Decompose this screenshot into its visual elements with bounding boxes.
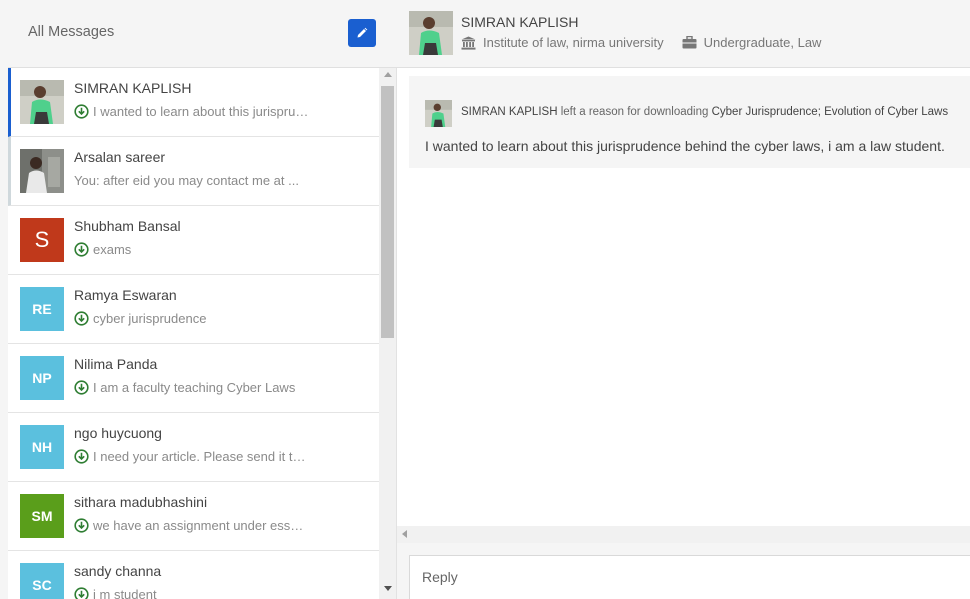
conversation-item[interactable]: SM sithara madubhashini we have an assignm…	[8, 482, 379, 551]
conversation-preview: I need your article. Please send it to m…	[74, 449, 310, 464]
conversation-item[interactable]: NP Nilima Panda I am a faculty teaching Cy…	[8, 344, 379, 413]
message-thread: SIMRAN KAPLISH left a reason for downloa…	[397, 68, 970, 526]
avatar-initials: RE	[32, 301, 52, 317]
conversation-list: SIMRAN KAPLISH I wanted to learn about th…	[8, 68, 379, 599]
conversation-preview: You: after eid you may contact me at ...	[74, 173, 310, 188]
scroll-down-arrow-icon[interactable]	[384, 586, 392, 591]
download-icon	[74, 242, 89, 257]
inbox-header: All Messages	[8, 0, 397, 68]
contact-name: SIMRAN KAPLISH	[461, 14, 579, 30]
avatar-initials: SM	[31, 508, 53, 524]
conversation-item[interactable]: SC sandy channa i m student	[8, 551, 379, 599]
contact-institution: Institute of law, nirma university	[483, 35, 664, 50]
conversation-item[interactable]: Arsalan sareer You: after eid you may con…	[8, 137, 379, 206]
briefcase-icon	[682, 36, 697, 49]
conversation-name: Shubham Bansal	[74, 218, 181, 234]
conversation-item[interactable]: NH ngo huycuong I need your article. Pleas…	[8, 413, 379, 482]
conversation-preview-text: You: after eid you may contact me at ...	[74, 173, 299, 188]
conversation-name: sithara madubhashini	[74, 494, 208, 510]
message-document-link[interactable]: Cyber Jurisprudence; Evolution of Cyber …	[712, 106, 949, 118]
scroll-left-arrow-icon[interactable]	[402, 530, 407, 538]
avatar	[20, 149, 64, 193]
contact-avatar[interactable]	[409, 11, 453, 55]
conversation-preview-text: I need your article. Please send it to m…	[93, 449, 310, 464]
conversation-preview-text: exams	[93, 242, 132, 257]
conversation-preview: I wanted to learn about this jurispruden…	[74, 104, 310, 119]
conversation-item[interactable]: SIMRAN KAPLISH I wanted to learn about th…	[8, 68, 379, 137]
conversation-preview: exams	[74, 242, 310, 257]
contact-header: SIMRAN KAPLISH Institute of law, nirma u…	[397, 0, 970, 68]
conversation-name: sandy channa	[74, 563, 162, 579]
avatar-initials: NP	[32, 370, 52, 386]
conversation-name: Arsalan sareer	[74, 149, 166, 165]
conversation-preview: I am a faculty teaching Cyber Laws	[74, 380, 310, 395]
download-icon	[74, 518, 89, 533]
scroll-thumb[interactable]	[381, 86, 394, 338]
download-icon	[74, 449, 89, 464]
contact-meta: Institute of law, nirma university Under…	[461, 35, 821, 50]
message-header: SIMRAN KAPLISH left a reason for downloa…	[461, 106, 948, 118]
conversation-preview-text: cyber jurisprudence	[93, 311, 207, 326]
message-body: I wanted to learn about this jurispruden…	[425, 138, 945, 154]
avatar: S	[20, 218, 64, 262]
conversation-preview-text: we have an assignment under essay writin…	[93, 518, 310, 533]
conversation-name: Ramya Eswaran	[74, 287, 177, 303]
inbox-title: All Messages	[28, 24, 115, 40]
download-icon	[74, 104, 89, 119]
download-icon	[74, 311, 89, 326]
pencil-icon	[357, 27, 368, 38]
institution-icon	[461, 36, 476, 50]
conversation-preview: we have an assignment under essay writin…	[74, 518, 310, 533]
avatar: NP	[20, 356, 64, 400]
reply-input[interactable]	[409, 555, 970, 599]
message-card: SIMRAN KAPLISH left a reason for downloa…	[409, 76, 970, 168]
avatar-initials: S	[34, 227, 50, 252]
compose-button[interactable]	[348, 19, 376, 47]
avatar	[20, 80, 64, 124]
message-pane: SIMRAN KAPLISH Institute of law, nirma u…	[397, 0, 970, 599]
contact-degree: Undergraduate, Law	[703, 35, 822, 50]
conversation-name: ngo huycuong	[74, 425, 162, 441]
conversation-pane: All Messages SIMRAN KAPLISH I wanted to l…	[0, 0, 397, 599]
scroll-up-arrow-icon[interactable]	[384, 72, 392, 77]
conversation-item[interactable]: S Shubham Bansal exams	[8, 206, 379, 275]
message-sender-avatar	[425, 100, 452, 127]
conversation-item[interactable]: RE Ramya Eswaran cyber jurisprudence	[8, 275, 379, 344]
avatar-initials: SC	[32, 577, 52, 593]
conversation-preview: i m student	[74, 587, 310, 599]
message-action: left a reason for downloading	[560, 106, 709, 118]
avatar: RE	[20, 287, 64, 331]
conversation-preview-text: I am a faculty teaching Cyber Laws	[93, 380, 296, 395]
download-icon	[74, 380, 89, 395]
thread-horizontal-scrollbar[interactable]	[397, 526, 970, 543]
download-icon	[74, 587, 89, 599]
conversation-scrollbar[interactable]	[379, 68, 396, 599]
avatar: SC	[20, 563, 64, 599]
avatar-initials: NH	[31, 439, 53, 455]
avatar: NH	[20, 425, 64, 469]
conversation-name: Nilima Panda	[74, 356, 158, 372]
conversation-name: SIMRAN KAPLISH	[74, 80, 192, 96]
conversation-preview: cyber jurisprudence	[74, 311, 310, 326]
avatar: SM	[20, 494, 64, 538]
conversation-preview-text: i m student	[93, 587, 157, 599]
reply-bar	[397, 543, 970, 599]
conversation-preview-text: I wanted to learn about this jurispruden…	[93, 104, 310, 119]
message-sender: SIMRAN KAPLISH	[461, 106, 558, 118]
